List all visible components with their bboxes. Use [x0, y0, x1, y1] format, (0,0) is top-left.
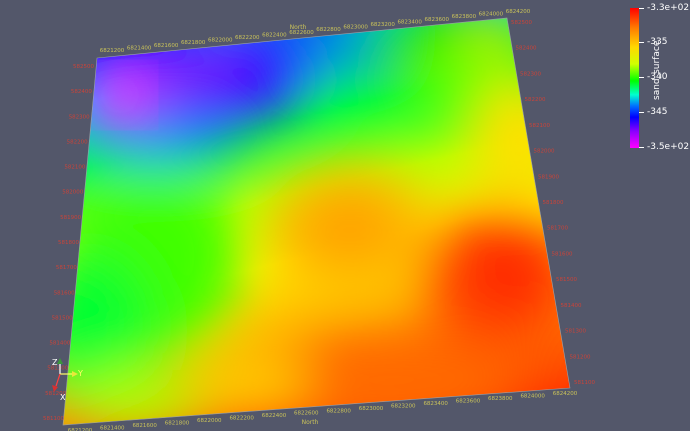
top-axis-tick-label: 6823200 — [370, 22, 395, 28]
surface-mesh[interactable] — [30, 0, 590, 431]
x-axis-line — [55, 373, 61, 387]
bottom-axis-tick-label: 6821400 — [100, 426, 125, 431]
top-axis-tick-label: 6821200 — [100, 48, 125, 54]
left-axis-tick-label: 581600 — [54, 290, 75, 296]
left-axis-tick-label: 582100 — [64, 165, 85, 171]
bottom-axis-tick-label: 6822800 — [326, 408, 351, 414]
left-axis-tick-label: 582300 — [69, 114, 90, 120]
top-axis-tick-label: 6821400 — [127, 45, 152, 51]
y-axis-label: Y — [77, 369, 83, 378]
bottom-axis-tick-label: 6823800 — [488, 396, 513, 402]
right-axis-tick-label: 582000 — [534, 149, 555, 155]
left-axis-tick-label: 581900 — [60, 215, 81, 221]
top-axis-tick-label: 6821800 — [181, 40, 206, 46]
scalar-bar-min-label: -3.5e+02 — [647, 142, 690, 152]
top-axis-tick-label: 6823000 — [343, 25, 368, 31]
left-axis-tick-label: 582400 — [71, 89, 92, 95]
bottom-axis-tick-label: 6824200 — [553, 391, 578, 397]
right-axis-tick-label: 581900 — [538, 174, 559, 180]
top-axis-tick-label: 6822600 — [289, 30, 314, 36]
bottom-axis-tick-label: 6821800 — [165, 421, 190, 427]
scalar-bar-tick — [639, 42, 644, 43]
left-axis-tick-label: 582200 — [67, 139, 88, 145]
scalar-bar-label: -345 — [647, 107, 668, 117]
left-axis-tick-label: 582500 — [73, 64, 94, 70]
top-axis-tick-label: 6821600 — [154, 43, 179, 49]
scalar-bar-gradient — [630, 8, 639, 148]
right-axis-tick-label: 581400 — [561, 303, 582, 309]
bottom-axis-tick-label: 6823200 — [391, 403, 416, 409]
x-axis-arrow — [52, 385, 58, 392]
orientation-axes-widget[interactable]: Z Y X — [38, 352, 98, 412]
right-axis-tick-label: 581300 — [565, 329, 586, 335]
bottom-axis-tick-label: 6822000 — [197, 418, 222, 424]
scalar-bar-max-label: -3.3e+02 — [647, 3, 690, 13]
left-axis-tick-label: 581100 — [43, 416, 64, 422]
bottom-axis-tick-label: 6823400 — [423, 401, 448, 407]
right-axis-tick-label: 581200 — [570, 354, 591, 360]
bottom-axis-title: North — [302, 419, 319, 426]
right-axis-tick-label: 582500 — [511, 20, 532, 26]
top-axis-tick-label: 6824000 — [479, 12, 504, 18]
bottom-axis-tick-label: 6822200 — [229, 416, 254, 422]
top-axis-tick-label: 6823400 — [397, 19, 422, 25]
bottom-axis-tick-label: 6822400 — [262, 413, 287, 419]
bottom-axis-tick-label: 6822600 — [294, 411, 319, 417]
top-axis-tick-label: 6823600 — [425, 17, 450, 23]
bottom-axis-tick-label: 6823000 — [359, 406, 384, 412]
right-axis-tick-label: 581800 — [543, 200, 564, 206]
top-axis-tick-label: 6823800 — [452, 14, 477, 20]
bottom-axis-tick-label: 6823600 — [456, 398, 481, 404]
z-axis-arrow — [57, 358, 63, 364]
top-axis-tick-label: 6824200 — [506, 9, 531, 15]
top-axis-tick-label: 6822400 — [262, 32, 287, 38]
scalar-bar-tick — [639, 112, 644, 113]
left-axis-tick-label: 581700 — [56, 265, 77, 271]
bottom-axis-tick-label: 6824000 — [520, 394, 545, 400]
right-axis-tick-label: 582100 — [529, 123, 550, 129]
right-axis-tick-label: 581500 — [556, 277, 577, 283]
left-axis-tick-label: 581800 — [58, 240, 79, 246]
top-axis-tick-label: 6822200 — [235, 35, 260, 41]
left-axis-tick-label: 582000 — [62, 190, 83, 196]
scalar-bar-tick — [639, 77, 644, 78]
top-axis-tick-label: 6822800 — [316, 27, 341, 33]
right-axis-tick-label: 582200 — [525, 97, 546, 103]
bottom-axis-tick-label: 6821600 — [132, 423, 157, 429]
right-axis-tick-label: 581700 — [547, 226, 568, 232]
right-axis-tick-label: 582400 — [516, 46, 537, 52]
scalar-bar-title: sand_surface — [652, 40, 662, 100]
x-axis-label: X — [60, 393, 66, 402]
left-axis-tick-label: 581500 — [52, 315, 73, 321]
right-axis-tick-label: 581600 — [552, 251, 573, 257]
right-axis-tick-label: 582300 — [520, 71, 541, 77]
z-axis-label: Z — [52, 358, 58, 367]
scalar-bar-tick — [639, 147, 644, 148]
left-axis-tick-label: 581400 — [49, 341, 70, 347]
top-axis-tick-label: 6822000 — [208, 38, 233, 44]
scalar-bar-tick — [639, 8, 644, 9]
right-axis-tick-label: 581100 — [574, 380, 595, 386]
surface-scene[interactable]: North North 6821200 6821400 6821600 6821800… — [0, 0, 690, 431]
render-viewport[interactable]: North North 6821200 6821400 6821600 6821800… — [0, 0, 690, 431]
